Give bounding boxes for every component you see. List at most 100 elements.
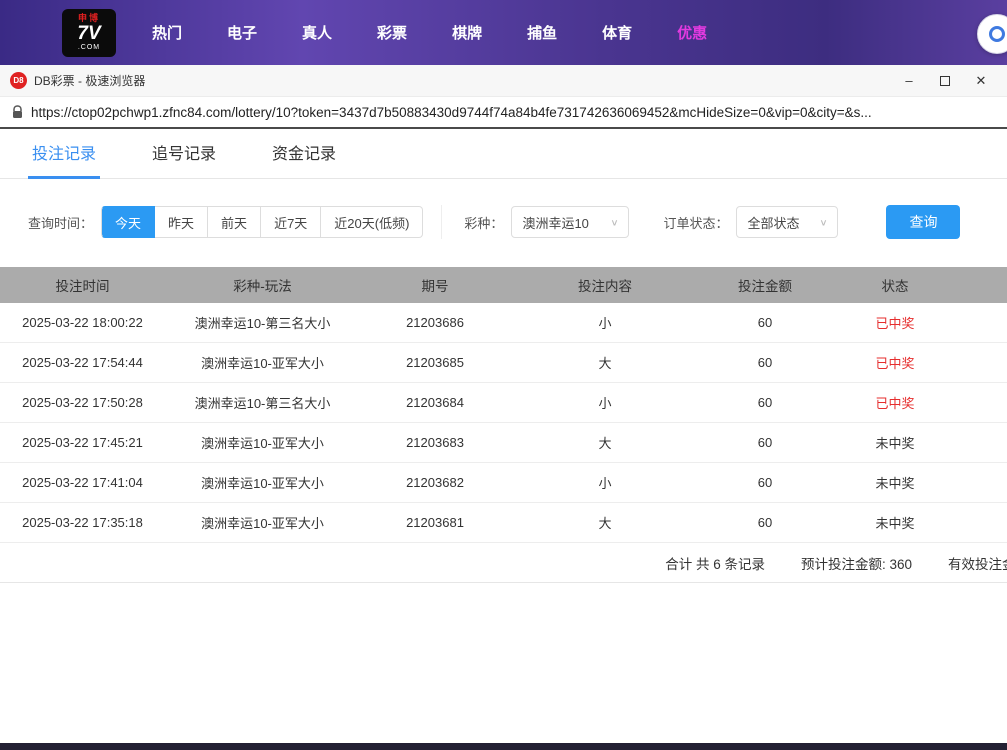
- filter-bar: 查询时间： 今天 昨天 前天 近7天 近20天(低频) 彩种： 澳洲幸运10 ∨…: [0, 205, 1007, 239]
- nav-item-sports[interactable]: 体育: [602, 22, 632, 43]
- status-filter-label: 订单状态：: [663, 213, 728, 232]
- cell-issue: 21203685: [360, 355, 510, 370]
- window-title: DB彩票 - 极速浏览器: [34, 72, 891, 89]
- cell-status: 已中奖: [830, 313, 960, 332]
- chevron-down-icon: ∨: [610, 217, 618, 227]
- summary-valid: 有效投注金额: [948, 553, 1007, 573]
- cell-issue: 21203684: [360, 395, 510, 410]
- time-filter-group: 今天 昨天 前天 近7天 近20天(低频): [101, 206, 423, 238]
- table-row: 2025-03-22 18:00:22澳洲幸运10-第三名大小21203686小…: [0, 303, 1007, 343]
- status-select-value: 全部状态: [747, 213, 799, 232]
- cell-amount: 60: [700, 395, 830, 410]
- cell-status: 未中奖: [830, 433, 960, 452]
- lottery-filter-label: 彩种：: [464, 213, 503, 232]
- cell-content: 小: [510, 393, 700, 412]
- time-option-yesterday[interactable]: 昨天: [155, 206, 208, 238]
- lottery-select-value: 澳洲幸运10: [522, 213, 588, 232]
- cell-time: 2025-03-22 17:41:04: [0, 475, 165, 490]
- floating-widget[interactable]: [977, 14, 1007, 54]
- floating-widget-icon: [989, 26, 1005, 42]
- nav-item-lottery[interactable]: 彩票: [377, 22, 407, 43]
- nav-item-slots[interactable]: 电子: [227, 22, 257, 43]
- cell-time: 2025-03-22 17:50:28: [0, 395, 165, 410]
- nav-item-live[interactable]: 真人: [302, 22, 332, 43]
- record-tabs: 投注记录 追号记录 资金记录: [0, 129, 1007, 179]
- table-row: 2025-03-22 17:54:44澳洲幸运10-亚军大小21203685大6…: [0, 343, 1007, 383]
- site-nav-items: 热门 电子 真人 彩票 棋牌 捕鱼 体育 优惠: [152, 22, 752, 43]
- query-button[interactable]: 查询: [886, 205, 960, 239]
- cell-time: 2025-03-22 17:45:21: [0, 435, 165, 450]
- site-nav: 申博 7V .COM 热门 电子 真人 彩票 棋牌 捕鱼 体育 优惠: [0, 0, 1007, 65]
- summary-bar: 合计 共 6 条记录 预计投注金额: 360 有效投注金额: [0, 543, 1007, 583]
- col-header-status: 状态: [830, 275, 960, 295]
- cell-issue: 21203682: [360, 475, 510, 490]
- cell-status: 未中奖: [830, 513, 960, 532]
- col-header-issue: 期号: [360, 275, 510, 295]
- time-filter-label: 查询时间：: [28, 213, 93, 232]
- close-button[interactable]: ✕: [963, 68, 999, 94]
- nav-item-cards[interactable]: 棋牌: [452, 22, 482, 43]
- time-option-day-before[interactable]: 前天: [208, 206, 261, 238]
- cell-content: 大: [510, 353, 700, 372]
- cell-time: 2025-03-22 17:54:44: [0, 355, 165, 370]
- lock-icon: [12, 105, 23, 119]
- table-row: 2025-03-22 17:45:21澳洲幸运10-亚军大小21203683大6…: [0, 423, 1007, 463]
- nav-item-fishing[interactable]: 捕鱼: [527, 22, 557, 43]
- logo-line1: 申博: [78, 14, 100, 23]
- cell-content: 小: [510, 313, 700, 332]
- col-header-time: 投注时间: [0, 275, 165, 295]
- cell-content: 大: [510, 513, 700, 532]
- url-text[interactable]: https://ctop02pchwp1.zfnc84.com/lottery/…: [31, 105, 872, 120]
- lottery-select[interactable]: 澳洲幸运10 ∨: [511, 206, 629, 238]
- site-logo[interactable]: 申博 7V .COM: [62, 9, 116, 57]
- cell-game: 澳洲幸运10-亚军大小: [165, 433, 360, 452]
- cell-issue: 21203686: [360, 315, 510, 330]
- cell-game: 澳洲幸运10-亚军大小: [165, 473, 360, 492]
- logo-line2: 7V: [77, 24, 100, 43]
- cell-amount: 60: [700, 475, 830, 490]
- cell-status: 已中奖: [830, 393, 960, 412]
- summary-total: 合计 共 6 条记录: [665, 553, 765, 573]
- browser-titlebar: D8 DB彩票 - 极速浏览器 – ✕: [0, 65, 1007, 97]
- maximize-button[interactable]: [927, 68, 963, 94]
- table-row: 2025-03-22 17:50:28澳洲幸运10-第三名大小21203684小…: [0, 383, 1007, 423]
- tab-fund-records[interactable]: 资金记录: [268, 140, 340, 178]
- cell-game: 澳洲幸运10-亚军大小: [165, 513, 360, 532]
- cell-amount: 60: [700, 315, 830, 330]
- tab-chase-records[interactable]: 追号记录: [148, 140, 220, 178]
- cell-time: 2025-03-22 18:00:22: [0, 315, 165, 330]
- time-option-20days[interactable]: 近20天(低频): [321, 206, 423, 238]
- nav-item-promo[interactable]: 优惠: [677, 22, 707, 43]
- cell-amount: 60: [700, 355, 830, 370]
- cell-amount: 60: [700, 515, 830, 530]
- col-header-game: 彩种-玩法: [165, 275, 360, 295]
- table-row: 2025-03-22 17:41:04澳洲幸运10-亚军大小21203682小6…: [0, 463, 1007, 503]
- bottom-strip: [0, 743, 1007, 750]
- cell-status: 已中奖: [830, 353, 960, 372]
- col-header-content: 投注内容: [510, 275, 700, 295]
- window-controls: – ✕: [891, 68, 999, 94]
- bet-records-table: 投注时间 彩种-玩法 期号 投注内容 投注金额 状态 2025-03-22 18…: [0, 267, 1007, 543]
- chevron-down-icon: ∨: [819, 217, 827, 227]
- col-header-amount: 投注金额: [700, 275, 830, 295]
- time-option-today[interactable]: 今天: [101, 206, 155, 238]
- table-body: 2025-03-22 18:00:22澳洲幸运10-第三名大小21203686小…: [0, 303, 1007, 543]
- time-option-7days[interactable]: 近7天: [261, 206, 321, 238]
- cell-game: 澳洲幸运10-亚军大小: [165, 353, 360, 372]
- tab-bet-records[interactable]: 投注记录: [28, 140, 100, 178]
- cell-content: 小: [510, 473, 700, 492]
- cell-content: 大: [510, 433, 700, 452]
- filter-divider: [441, 205, 442, 239]
- cell-issue: 21203681: [360, 515, 510, 530]
- cell-status: 未中奖: [830, 473, 960, 492]
- app-icon: D8: [10, 72, 27, 89]
- cell-game: 澳洲幸运10-第三名大小: [165, 393, 360, 412]
- cell-issue: 21203683: [360, 435, 510, 450]
- table-row: 2025-03-22 17:35:18澳洲幸运10-亚军大小21203681大6…: [0, 503, 1007, 543]
- summary-expected: 预计投注金额: 360: [801, 553, 912, 573]
- order-status-select[interactable]: 全部状态 ∨: [736, 206, 838, 238]
- minimize-button[interactable]: –: [891, 68, 927, 94]
- browser-urlbar[interactable]: https://ctop02pchwp1.zfnc84.com/lottery/…: [0, 97, 1007, 129]
- cell-game: 澳洲幸运10-第三名大小: [165, 313, 360, 332]
- nav-item-hot[interactable]: 热门: [152, 22, 182, 43]
